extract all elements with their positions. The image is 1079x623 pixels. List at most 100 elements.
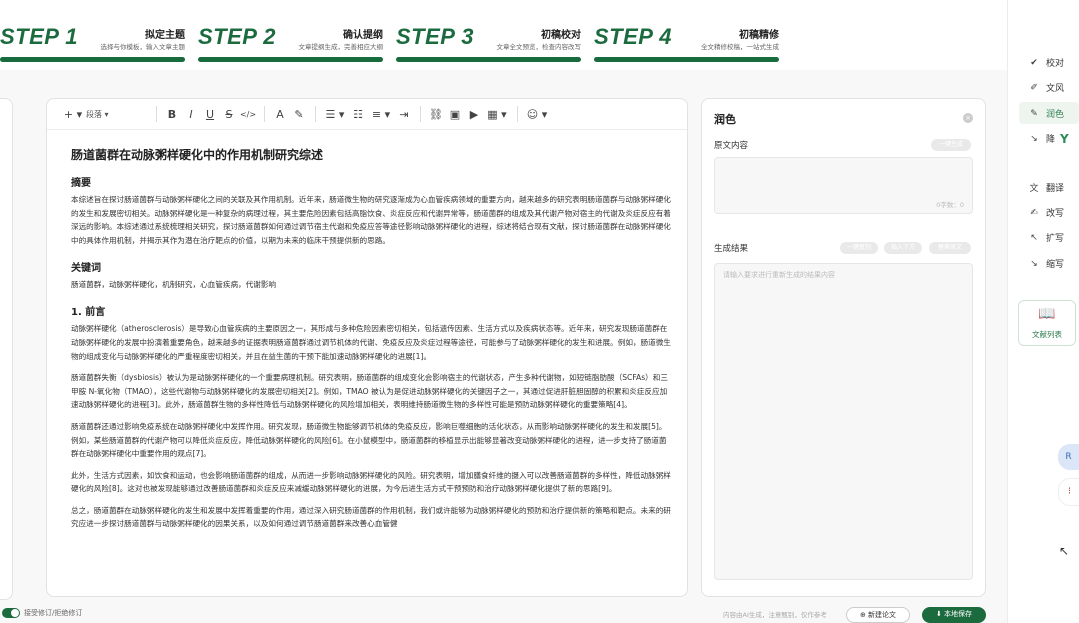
- abstract-heading: 摘要: [71, 177, 91, 189]
- keywords-heading: 关键词: [71, 262, 101, 274]
- body-paragraph: 总之，肠道菌群在动脉粥样硬化的发生和发展中发挥着重要的作用，通过深入研究肠道菌群…: [71, 505, 671, 529]
- bottom-bar: 接受修订/拒绝修订 内容由AI生成，注意甄别，仅作参考 ⊕ 新建论文 ⬇ 本地保…: [0, 607, 1007, 623]
- result-placeholder: 请输入要求进行重新生成的结果内容: [723, 271, 835, 279]
- step-number: STEP 3: [396, 24, 474, 49]
- emoji-icon[interactable]: ☺ ▾: [524, 108, 550, 121]
- collapsed-outline-panel[interactable]: [0, 98, 13, 600]
- save-local-button[interactable]: ⬇ 本地保存: [922, 607, 986, 623]
- insert-menu-button[interactable]: + ▾: [61, 108, 85, 121]
- step-progress-bar: [0, 57, 185, 62]
- sidebar-item-label: 文风: [1046, 84, 1065, 94]
- divider: [156, 106, 157, 122]
- sidebar-item-reduce[interactable]: ↘ 降: [1028, 132, 1056, 146]
- editor-toolbar: + ▾ 段落 ▾ B I U S </> A ✎ ☰ ▾ ☷ ≡ ▾ ⇥ ⛓ ▣…: [47, 99, 687, 130]
- result-label: 生成结果: [714, 244, 749, 254]
- sidebar-item-label: 降: [1046, 135, 1056, 145]
- align-icon[interactable]: ☰ ▾: [322, 108, 348, 121]
- floating-assistant-button[interactable]: R: [1058, 444, 1079, 470]
- font-color-icon[interactable]: A: [271, 108, 289, 121]
- step-progress-bar: [198, 57, 383, 62]
- link-icon[interactable]: ⛓: [427, 108, 445, 121]
- sidebar-item-label: 扩写: [1046, 234, 1065, 244]
- translate-icon: 文: [1029, 184, 1039, 194]
- close-icon[interactable]: ×: [963, 113, 973, 123]
- body-paragraph: 动脉粥样硬化（atherosclerosis）是导致心血管疾病的主要原因之一，其…: [71, 324, 671, 361]
- step-4[interactable]: STEP 4 初稿精修 全文精修校稿，一站式生成: [594, 20, 779, 64]
- divider: [420, 106, 421, 122]
- step-number: STEP 1: [0, 24, 78, 49]
- step-2[interactable]: STEP 2 确认提纲 文章提纲生成，完善相应大纲: [198, 20, 383, 64]
- ai-disclaimer: 内容由AI生成，注意甄别，仅作参考: [723, 611, 827, 619]
- brand-logo: Y: [1060, 132, 1069, 146]
- step-3[interactable]: STEP 3 初稿校对 文章全文预览，检查内容改写: [396, 20, 581, 64]
- paragraph-style-select[interactable]: 段落 ▾: [86, 109, 150, 120]
- expand-icon: ↖: [1030, 232, 1038, 243]
- highlight-icon[interactable]: ✎: [290, 108, 308, 121]
- code-button[interactable]: </>: [239, 110, 257, 119]
- document-editor: + ▾ 段落 ▾ B I U S </> A ✎ ☰ ▾ ☷ ≡ ▾ ⇥ ⛓ ▣…: [46, 98, 688, 597]
- sidebar-item-polish[interactable]: ✎ 润色: [1028, 107, 1065, 121]
- sidebar-item-shorten[interactable]: ↘ 缩写: [1028, 257, 1065, 271]
- image-icon[interactable]: ▣: [446, 108, 464, 121]
- sidebar-item-translate[interactable]: 文翻译: [1028, 181, 1064, 194]
- polish-panel: 润色 × 原文内容 一键生成 0字数：0 生成结果 一键复制 插入下方 替换原文…: [701, 98, 986, 597]
- ordered-list-icon[interactable]: ≡ ▾: [368, 108, 394, 121]
- sidebar-item-label: 翻译: [1046, 184, 1065, 194]
- sidebar-item-proofread[interactable]: ✔ 校对: [1028, 56, 1065, 70]
- table-icon[interactable]: ▦ ▾: [484, 108, 510, 121]
- revision-toggle[interactable]: [2, 608, 20, 618]
- step-1[interactable]: STEP 1 拟定主题 选择与你模板，输入文章主题: [0, 20, 185, 64]
- bold-button[interactable]: B: [163, 108, 181, 121]
- strikethrough-button[interactable]: S: [220, 108, 238, 121]
- sidebar-item-label: 改写: [1046, 209, 1065, 219]
- video-icon[interactable]: ▶: [465, 108, 483, 121]
- book-icon: 📖: [1038, 306, 1056, 322]
- sidebar-item-style[interactable]: ✐ 文风: [1028, 81, 1065, 95]
- step-subtitle: 文章提纲生成，完善相应大纲: [298, 43, 384, 51]
- step-title: 初稿校对: [541, 30, 581, 41]
- divider: [315, 106, 316, 122]
- italic-button[interactable]: I: [182, 108, 200, 121]
- literature-list-button[interactable]: 📖 文献列表: [1018, 300, 1076, 346]
- original-content-input[interactable]: 0字数：0: [714, 157, 973, 214]
- rewrite-icon: ✍: [1030, 207, 1038, 218]
- sidebar-item-label: 缩写: [1046, 260, 1065, 270]
- sidebar-item-expand[interactable]: ↖ 扩写: [1028, 231, 1065, 245]
- new-paper-button[interactable]: ⊕ 新建论文: [846, 607, 910, 623]
- step-progress-bar: [594, 57, 779, 62]
- section-heading: 1. 前言: [71, 306, 106, 318]
- revision-toggle-label: 接受修订/拒绝修订: [24, 609, 83, 617]
- body-paragraph: 肠道菌群失衡（dysbiosis）被认为是动脉粥样硬化的一个重要病理机制。研究表…: [71, 373, 668, 410]
- floating-menu-button[interactable]: ⁝: [1058, 478, 1079, 506]
- divider: [264, 106, 265, 122]
- sidebar-item-label: 校对: [1046, 59, 1065, 69]
- keywords-paragraph: 肠道菌群，动脉粥样硬化，机制研究，心血管疾病，代谢影响: [71, 280, 277, 290]
- sidebar-item-label: 润色: [1046, 110, 1065, 120]
- step-number: STEP 2: [198, 24, 276, 49]
- one-click-generate-button[interactable]: 一键生成: [931, 139, 971, 151]
- copy-result-button[interactable]: 一键复制: [840, 242, 878, 254]
- sidebar-item-rewrite[interactable]: ✍ 改写: [1028, 206, 1065, 220]
- replace-original-button[interactable]: 替换原文: [929, 242, 971, 254]
- body-paragraph: 肠道菌群还通过影响免疫系统在动脉粥样硬化中发挥作用。研究发现，肠道微生物能够调节…: [71, 421, 667, 459]
- indent-icon[interactable]: ⇥: [395, 108, 413, 121]
- step-subtitle: 全文精修校稿，一站式生成: [701, 43, 779, 51]
- step-progress-bar: [396, 57, 581, 62]
- step-title: 确认提纲: [343, 30, 383, 41]
- underline-button[interactable]: U: [201, 108, 219, 121]
- polish-icon: ✎: [1030, 108, 1038, 119]
- step-number: STEP 4: [594, 24, 672, 49]
- shrink-icon: ↘: [1030, 258, 1038, 269]
- bullet-list-icon[interactable]: ☷: [349, 108, 367, 121]
- divider: [517, 106, 518, 122]
- document-body[interactable]: 肠道菌群在动脉粥样硬化中的作用机制研究综述 摘要 本综述旨在探讨肠道菌群与动脉粥…: [71, 148, 671, 539]
- step-subtitle: 文章全文预览，检查内容改写: [496, 43, 582, 51]
- mouse-cursor-icon: ↖: [1059, 544, 1070, 558]
- check-icon: ✔: [1030, 57, 1038, 68]
- literature-list-label: 文献列表: [1032, 330, 1062, 339]
- insert-below-button[interactable]: 插入下方: [884, 242, 922, 254]
- result-output-area[interactable]: 请输入要求进行重新生成的结果内容: [714, 263, 973, 580]
- panel-title: 润色: [714, 113, 736, 126]
- step-title: 拟定主题: [145, 30, 185, 41]
- pen-icon: ✐: [1030, 82, 1038, 93]
